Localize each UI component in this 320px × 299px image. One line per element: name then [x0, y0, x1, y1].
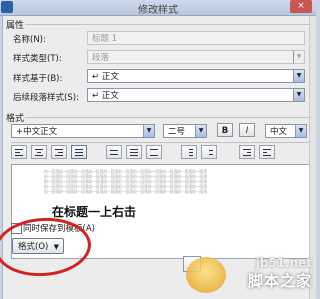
- format-section-label: 格式: [6, 114, 25, 124]
- next-paragraph-label: 后续段落样式(S):: [13, 93, 79, 103]
- style-type-value: 段落: [92, 53, 110, 63]
- bold-button[interactable]: B: [217, 123, 233, 137]
- one-half-spacing-icon[interactable]: [126, 145, 142, 159]
- chevron-down-icon[interactable]: ▼: [143, 125, 154, 137]
- title-bar: 修改样式 ×: [0, 0, 316, 16]
- chevron-down-icon[interactable]: ▼: [195, 125, 206, 137]
- style-type-select[interactable]: 段落 ▼: [87, 50, 305, 64]
- align-center-icon[interactable]: [31, 145, 47, 159]
- chevron-down-icon[interactable]: ▼: [295, 125, 306, 137]
- align-left-icon[interactable]: [11, 145, 27, 159]
- language-value: 中文: [270, 127, 288, 137]
- decrease-indent-icon[interactable]: [239, 145, 255, 159]
- watermark: jb51.net 脚本之家: [186, 256, 312, 293]
- watermark-site: jb51.net: [255, 256, 312, 270]
- chevron-down-icon[interactable]: ▼: [293, 70, 304, 82]
- chevron-down-icon[interactable]: ▼: [293, 89, 304, 101]
- name-label: 名称(N):: [13, 35, 46, 45]
- increase-paragraph-spacing-icon[interactable]: [181, 145, 197, 159]
- watermark-name: 脚本之家: [247, 272, 312, 290]
- next-paragraph-select[interactable]: ↵ 正文 ▼: [87, 88, 305, 102]
- based-on-select[interactable]: ↵ 正文 ▼: [87, 69, 305, 83]
- font-value: +中文正文: [16, 127, 58, 137]
- preview-sample-text: 在标题一上右击: [52, 205, 137, 219]
- close-button[interactable]: ×: [290, 0, 312, 13]
- language-select[interactable]: 中文 ▼: [265, 124, 307, 138]
- italic-button[interactable]: I: [239, 123, 255, 137]
- next-paragraph-value: ↵ 正文: [92, 91, 119, 101]
- font-select[interactable]: +中文正文 ▼: [11, 124, 155, 138]
- name-field[interactable]: 标题 1: [87, 31, 305, 45]
- decrease-paragraph-spacing-icon[interactable]: [201, 145, 217, 159]
- chevron-down-icon: ▼: [293, 51, 304, 63]
- properties-divider: [25, 24, 310, 25]
- format-divider: [25, 117, 310, 118]
- increase-indent-icon[interactable]: [259, 145, 275, 159]
- based-on-value: ↵ 正文: [92, 72, 119, 82]
- watermark-logo: [186, 257, 226, 293]
- align-right-icon[interactable]: [51, 145, 67, 159]
- double-spacing-icon[interactable]: [146, 145, 162, 159]
- style-type-label: 样式类型(T):: [13, 54, 62, 64]
- properties-section-label: 属性: [6, 21, 25, 31]
- justify-icon[interactable]: [71, 145, 87, 159]
- based-on-label: 样式基于(B):: [13, 74, 63, 84]
- window-title: 修改样式: [138, 5, 178, 16]
- font-size-select[interactable]: 二号 ▼: [163, 124, 207, 138]
- single-spacing-icon[interactable]: [106, 145, 122, 159]
- format-row-divider: [11, 142, 311, 143]
- preview-previous-paragraph: 前一段落前一段落前一段落前一段落前一段落前一段落前一段落前一段落前一段落前一段落…: [44, 189, 207, 194]
- font-size-value: 二号: [168, 127, 186, 137]
